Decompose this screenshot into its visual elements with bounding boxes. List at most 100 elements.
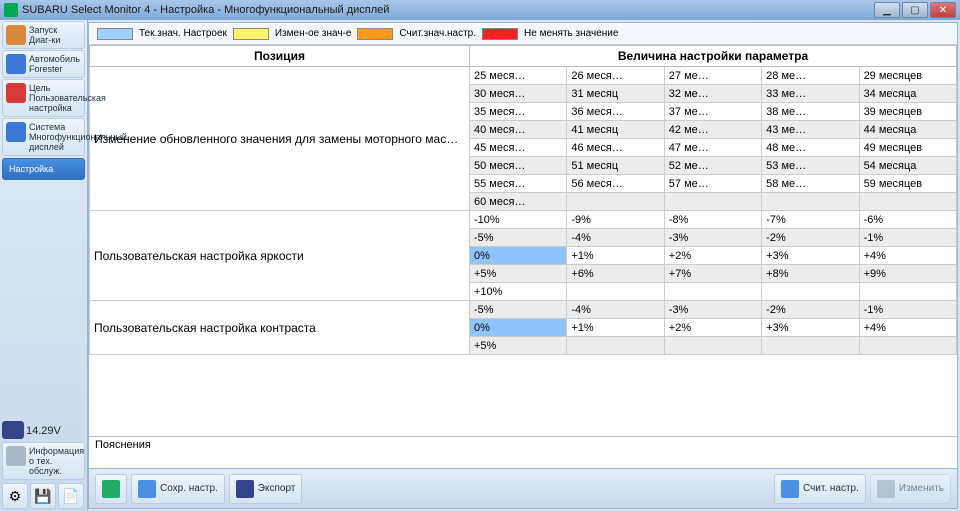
value-cell[interactable]: 39 месяцев	[859, 103, 956, 121]
sidebar-item[interactable]: Запуск Диаг-ки	[2, 21, 85, 49]
value-cell[interactable]: 33 ме…	[762, 85, 859, 103]
value-cell[interactable]: +3%	[762, 319, 859, 337]
read-settings-button[interactable]: Счит. настр.	[774, 474, 866, 504]
value-cell[interactable]: 60 меся…	[470, 193, 567, 211]
value-cell[interactable]: 41 месяц	[567, 121, 664, 139]
value-cell[interactable]: 32 ме…	[664, 85, 761, 103]
value-cell[interactable]: 44 месяца	[859, 121, 956, 139]
value-cell[interactable]: 40 меся…	[470, 121, 567, 139]
value-cell[interactable]	[664, 283, 761, 301]
settings-gear-icon[interactable]: ⚙	[2, 483, 28, 509]
value-cell[interactable]: 25 меся…	[470, 67, 567, 85]
value-cell[interactable]: 28 ме…	[762, 67, 859, 85]
value-cell[interactable]	[567, 283, 664, 301]
value-cell[interactable]: 49 месяцев	[859, 139, 956, 157]
sidebar-item[interactable]: Система Многофункциональный дисплей	[2, 118, 85, 156]
value-cell[interactable]: 53 ме…	[762, 157, 859, 175]
value-cell[interactable]: 0%	[470, 319, 567, 337]
value-cell[interactable]	[762, 283, 859, 301]
value-cell[interactable]: -9%	[567, 211, 664, 229]
value-cell[interactable]: 26 меся…	[567, 67, 664, 85]
maximize-button[interactable]: ▢	[902, 2, 928, 18]
value-cell[interactable]: -8%	[664, 211, 761, 229]
value-cell[interactable]: 38 ме…	[762, 103, 859, 121]
value-cell[interactable]: 29 месяцев	[859, 67, 956, 85]
value-cell[interactable]: 58 ме…	[762, 175, 859, 193]
value-cell[interactable]: -2%	[762, 229, 859, 247]
value-cell[interactable]: 57 ме…	[664, 175, 761, 193]
value-cell[interactable]: +6%	[567, 265, 664, 283]
value-cell[interactable]	[762, 337, 859, 355]
value-cell[interactable]: +8%	[762, 265, 859, 283]
value-cell[interactable]	[859, 337, 956, 355]
value-cell[interactable]: +4%	[859, 247, 956, 265]
value-cell[interactable]: 34 месяца	[859, 85, 956, 103]
settings-table-scroll[interactable]: Позиция Величина настройки параметра Изм…	[89, 45, 957, 436]
value-cell[interactable]	[664, 193, 761, 211]
value-cell[interactable]: +5%	[470, 265, 567, 283]
export-button[interactable]: Экспорт	[229, 474, 303, 504]
value-cell[interactable]: -5%	[470, 229, 567, 247]
value-cell[interactable]: 54 месяца	[859, 157, 956, 175]
value-cell[interactable]: 43 ме…	[762, 121, 859, 139]
value-cell[interactable]	[762, 193, 859, 211]
apply-icon	[877, 480, 895, 498]
value-cell[interactable]: +9%	[859, 265, 956, 283]
apply-button[interactable]: Изменить	[870, 474, 951, 504]
value-cell[interactable]: 51 месяц	[567, 157, 664, 175]
value-cell[interactable]: +10%	[470, 283, 567, 301]
value-cell[interactable]	[567, 193, 664, 211]
value-cell[interactable]: -5%	[470, 301, 567, 319]
sidebar-item-settings[interactable]: Настройка	[2, 158, 85, 180]
value-cell[interactable]: +1%	[567, 319, 664, 337]
close-button[interactable]: ✕	[930, 2, 956, 18]
report-icon[interactable]: 📄	[58, 483, 84, 509]
save-disk-icon[interactable]: 💾	[30, 483, 56, 509]
value-cell[interactable]: 0%	[470, 247, 567, 265]
value-cell[interactable]: -4%	[567, 301, 664, 319]
back-button[interactable]	[95, 474, 127, 504]
value-cell[interactable]: 47 ме…	[664, 139, 761, 157]
sidebar-item[interactable]: Автомобиль Forester	[2, 50, 85, 78]
value-cell[interactable]: -2%	[762, 301, 859, 319]
value-cell[interactable]: 27 ме…	[664, 67, 761, 85]
value-cell[interactable]	[859, 283, 956, 301]
value-cell[interactable]: 46 меся…	[567, 139, 664, 157]
value-cell[interactable]: 56 меся…	[567, 175, 664, 193]
value-cell[interactable]: 45 меся…	[470, 139, 567, 157]
value-cell[interactable]: -7%	[762, 211, 859, 229]
save-settings-button[interactable]: Сохр. настр.	[131, 474, 225, 504]
value-cell[interactable]	[567, 337, 664, 355]
value-cell[interactable]: 36 меся…	[567, 103, 664, 121]
value-cell[interactable]: +2%	[664, 247, 761, 265]
value-cell[interactable]: -1%	[859, 301, 956, 319]
value-cell[interactable]: -3%	[664, 229, 761, 247]
value-cell[interactable]: +2%	[664, 319, 761, 337]
value-cell[interactable]: 30 меся…	[470, 85, 567, 103]
value-cell[interactable]: +3%	[762, 247, 859, 265]
value-cell[interactable]: 42 ме…	[664, 121, 761, 139]
value-cell[interactable]: 35 меся…	[470, 103, 567, 121]
back-arrow-icon	[102, 480, 120, 498]
value-cell[interactable]: +5%	[470, 337, 567, 355]
value-cell[interactable]: 48 ме…	[762, 139, 859, 157]
value-cell[interactable]: -10%	[470, 211, 567, 229]
value-cell[interactable]	[664, 337, 761, 355]
value-cell[interactable]: -3%	[664, 301, 761, 319]
value-cell[interactable]: -1%	[859, 229, 956, 247]
value-cell[interactable]: +7%	[664, 265, 761, 283]
minimize-button[interactable]: ▁	[874, 2, 900, 18]
value-cell[interactable]: +4%	[859, 319, 956, 337]
value-cell[interactable]: 55 меся…	[470, 175, 567, 193]
sidebar-item[interactable]: Цель Пользовательская настройка	[2, 79, 85, 117]
value-cell[interactable]: -4%	[567, 229, 664, 247]
value-cell[interactable]: 50 меся…	[470, 157, 567, 175]
value-cell[interactable]: 37 ме…	[664, 103, 761, 121]
value-cell[interactable]: 31 месяц	[567, 85, 664, 103]
value-cell[interactable]	[859, 193, 956, 211]
value-cell[interactable]: 59 месяцев	[859, 175, 956, 193]
value-cell[interactable]: 52 ме…	[664, 157, 761, 175]
sidebar-item-maintenance-info[interactable]: Информация о тех. обслуж.	[2, 442, 85, 480]
value-cell[interactable]: -6%	[859, 211, 956, 229]
value-cell[interactable]: +1%	[567, 247, 664, 265]
